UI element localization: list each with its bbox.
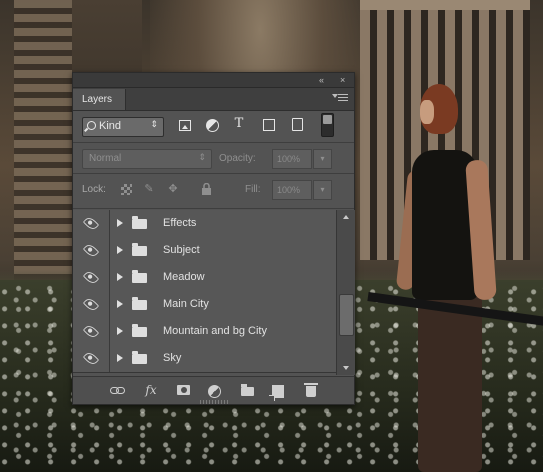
layer-style-icon[interactable]: fx <box>144 383 158 397</box>
expand-group-icon[interactable] <box>117 246 123 254</box>
opacity-label: Opacity: <box>219 153 256 164</box>
new-adjustment-layer-icon[interactable] <box>208 385 221 398</box>
visibility-toggle[interactable] <box>73 318 110 345</box>
new-layer-icon[interactable] <box>269 385 284 401</box>
lock-transparent-pixels-icon[interactable] <box>121 184 132 195</box>
panel-resize-grip[interactable] <box>200 400 228 404</box>
layer-row-main-city[interactable]: Main City <box>73 291 336 319</box>
panel-tab-row: Layers <box>73 88 354 111</box>
eye-icon <box>82 215 100 232</box>
divider <box>73 142 354 143</box>
eye-icon <box>82 269 100 286</box>
filter-type-icon[interactable]: T <box>232 117 246 131</box>
expand-group-icon[interactable] <box>117 273 123 281</box>
layer-name: Subject <box>163 244 200 256</box>
filter-pixel-icon[interactable] <box>179 120 191 131</box>
lock-position-icon[interactable]: ✥ <box>167 183 179 195</box>
new-group-icon[interactable] <box>241 384 254 396</box>
folder-icon <box>132 270 147 283</box>
lock-image-pixels-icon[interactable]: ✎ <box>143 183 155 195</box>
scroll-down-icon[interactable] <box>343 366 349 370</box>
layer-name: Main City <box>163 298 209 310</box>
filter-kind-select[interactable]: Kind ⇕ <box>82 117 164 137</box>
divider <box>73 173 354 174</box>
expand-group-icon[interactable] <box>117 300 123 308</box>
blend-mode-value: Normal <box>89 153 122 164</box>
eye-icon <box>82 350 100 367</box>
folder-icon <box>132 243 147 256</box>
close-panel-icon[interactable]: × <box>340 74 345 86</box>
visibility-toggle[interactable] <box>73 210 110 237</box>
collapse-panel-icon[interactable]: « <box>319 74 324 86</box>
layers-panel: « × Layers Kind ⇕ T Normal ⇕ Opacity: 10… <box>72 72 355 405</box>
filter-kind-label: Kind <box>99 120 122 132</box>
chevron-up-down-icon: ⇕ <box>150 119 158 129</box>
panel-menu-icon[interactable] <box>332 94 348 104</box>
expand-group-icon[interactable] <box>117 354 123 362</box>
fill-label: Fill: <box>245 184 261 195</box>
divider <box>73 208 354 209</box>
ruined-building-right-top <box>360 0 530 10</box>
figure-legs <box>418 290 482 472</box>
layer-list-scrollbar[interactable] <box>336 210 355 375</box>
visibility-toggle[interactable] <box>73 291 110 318</box>
eye-icon <box>82 296 100 313</box>
lock-label: Lock: <box>82 184 106 195</box>
search-icon <box>87 121 96 130</box>
layer-list: Effects Subject Meadow Main City Mountai… <box>73 210 336 375</box>
filter-toggle-switch[interactable] <box>321 113 334 137</box>
layer-row-sky[interactable]: Sky <box>73 345 336 373</box>
layer-name: Mountain and bg City <box>163 325 267 337</box>
visibility-toggle[interactable] <box>73 345 110 372</box>
add-mask-icon[interactable] <box>177 385 190 395</box>
opacity-field[interactable]: 100% <box>272 149 312 169</box>
tab-layers[interactable]: Layers <box>73 89 126 110</box>
visibility-toggle[interactable] <box>73 264 110 291</box>
ruined-building-left <box>14 0 72 300</box>
layer-name: Sky <box>163 352 182 364</box>
layer-row-effects[interactable]: Effects <box>73 210 336 238</box>
lock-all-icon[interactable] <box>200 182 212 195</box>
filter-smart-object-icon[interactable] <box>292 118 303 131</box>
folder-icon <box>132 297 147 310</box>
layer-row-mountain-bg-city[interactable]: Mountain and bg City <box>73 318 336 346</box>
layer-name: Meadow <box>163 271 205 283</box>
layer-row-subject[interactable]: Subject <box>73 237 336 265</box>
eye-icon <box>82 242 100 259</box>
visibility-toggle[interactable] <box>73 237 110 264</box>
blend-row: Normal ⇕ Opacity: 100% ▾ <box>73 145 354 171</box>
opacity-dropdown-button[interactable]: ▾ <box>313 149 332 169</box>
panel-title-bar[interactable]: « × <box>73 73 354 88</box>
scroll-thumb[interactable] <box>339 294 354 336</box>
blend-mode-select[interactable]: Normal ⇕ <box>82 149 212 169</box>
layer-row-meadow[interactable]: Meadow <box>73 264 336 292</box>
scroll-up-icon[interactable] <box>343 215 349 219</box>
expand-group-icon[interactable] <box>117 327 123 335</box>
folder-icon <box>132 324 147 337</box>
fill-field[interactable]: 100% <box>272 180 312 200</box>
chevron-up-down-icon: ⇕ <box>198 152 206 162</box>
fill-dropdown-button[interactable]: ▾ <box>313 180 332 200</box>
folder-icon <box>132 351 147 364</box>
folder-icon <box>132 216 147 229</box>
link-layers-icon[interactable] <box>110 383 125 397</box>
delete-layer-icon[interactable] <box>304 383 318 397</box>
expand-group-icon[interactable] <box>117 219 123 227</box>
figure-face <box>420 100 434 124</box>
filter-adjustment-icon[interactable] <box>206 119 219 132</box>
eye-icon <box>82 323 100 340</box>
lock-row: Lock: ✎ ✥ Fill: 100% ▾ <box>73 176 354 202</box>
filter-shape-icon[interactable] <box>263 119 275 131</box>
layer-name: Effects <box>163 217 197 229</box>
